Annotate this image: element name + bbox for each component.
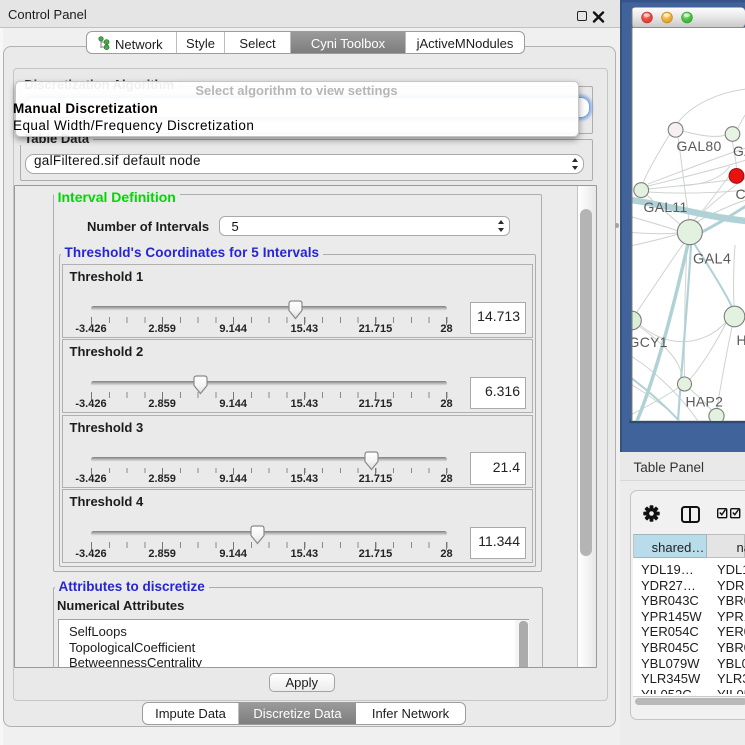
svg-text:GAL11: GAL11 xyxy=(644,199,688,215)
svg-text:GAL4: GAL4 xyxy=(693,252,731,268)
svg-text:GA: GA xyxy=(733,143,745,159)
svg-text:C: C xyxy=(736,186,745,202)
svg-text:GAL80: GAL80 xyxy=(677,138,722,154)
svg-text:GCY1: GCY1 xyxy=(629,334,668,350)
svg-text:H: H xyxy=(737,332,745,348)
svg-text:HAP2: HAP2 xyxy=(686,394,724,410)
